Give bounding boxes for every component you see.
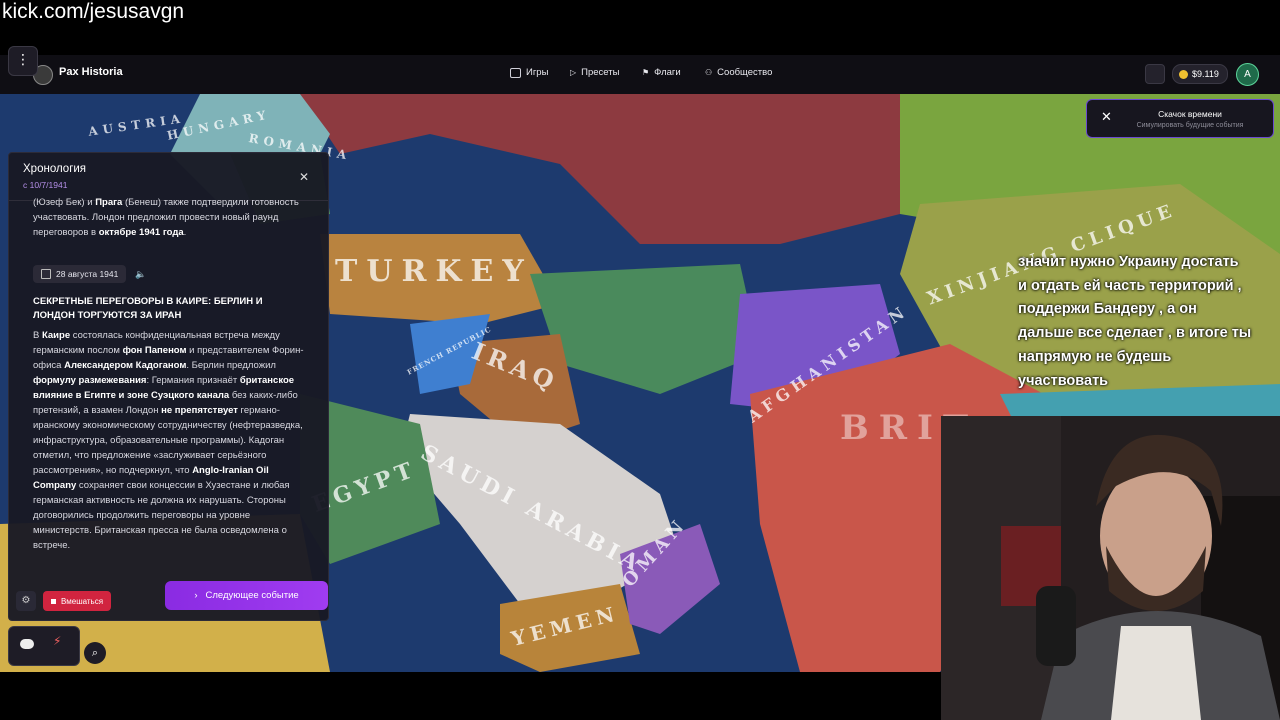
bottom-tool-group — [8, 626, 80, 666]
nav-presets-label: Пресеты — [581, 67, 620, 78]
nav-flags-label: Флаги — [654, 67, 681, 78]
previous-event-text: (Юзеф Бек) и Прага (Бенеш) также подтвер… — [33, 195, 308, 240]
text-run: : Германия признаёт — [146, 375, 240, 386]
grid-icon[interactable] — [1145, 64, 1165, 84]
menu-dots-icon[interactable]: ⋮ — [8, 46, 38, 76]
close-icon[interactable]: ✕ — [299, 170, 309, 184]
panel-date-range: с 10/7/1941 — [23, 180, 68, 190]
speaker-icon[interactable]: 🔈 — [135, 270, 146, 280]
play-icon: ▷ — [570, 68, 577, 77]
balance-badge[interactable]: $9.119 — [1172, 64, 1228, 84]
stream-subtitles: значит нужно Украину достать и отдать ей… — [1018, 251, 1273, 393]
nav-presets[interactable]: ▷ Пресеты — [570, 67, 619, 78]
subtitle-line: поддержи Бандеру , а он — [1018, 301, 1197, 318]
emphasized-text: фон Папеном — [122, 345, 187, 356]
chat-bubble-icon[interactable] — [20, 639, 34, 649]
next-event-button[interactable]: › Следующее событие — [165, 581, 328, 610]
calendar-icon — [41, 269, 51, 279]
intervene-label: Вмешаться — [61, 596, 104, 606]
search-icon[interactable]: ⌕ — [84, 642, 106, 664]
top-bar: Pax Historia Игры ▷ Пресеты ⚑ Флаги ⚇ Сообщ… — [0, 55, 1280, 95]
stop-icon — [51, 598, 56, 604]
emphasized-text: Александером Кадоганом — [64, 360, 187, 371]
stream-watermark: kick.com/jesusavgn — [2, 0, 185, 23]
subtitle-line: напрямую не будешь — [1018, 348, 1172, 365]
event-date: 28 августа 1941 — [56, 269, 119, 279]
avatar[interactable]: A — [1236, 63, 1259, 86]
webcam-overlay — [941, 416, 1280, 720]
gamepad-icon — [510, 67, 521, 78]
balance-value: $9.119 — [1192, 69, 1219, 79]
subtitle-line: и отдать ей часть территорий , — [1018, 277, 1242, 294]
label-turkey: TURKEY — [335, 254, 533, 289]
text-run: . — [183, 227, 187, 238]
close-icon[interactable]: ✕ — [1101, 110, 1112, 125]
coin-icon — [1179, 69, 1188, 79]
next-event-label: Следующее событие — [205, 590, 299, 601]
nav-flags[interactable]: ⚑ Флаги — [642, 67, 681, 78]
event-date-chip: 28 августа 1941 — [33, 265, 127, 283]
users-icon: ⚇ — [705, 68, 713, 77]
nav-community[interactable]: ⚇ Сообщество — [705, 67, 772, 78]
event-body: В Каире состоялась конфиденциальная встр… — [33, 328, 308, 553]
lightning-icon[interactable]: ⚡ — [53, 634, 61, 648]
webcam-image — [941, 416, 1280, 720]
emphasized-text: Прага — [95, 197, 123, 208]
toast-title: Скачок времени — [1158, 109, 1222, 119]
subtitle-line: участвовать — [1018, 372, 1109, 389]
brand-name[interactable]: Pax Historia — [59, 66, 123, 78]
emphasized-text: октябре 1941 года — [98, 227, 184, 238]
event-headline: СЕКРЕТНЫЕ ПЕРЕГОВОРЫ В КАИРЕ: БЕРЛИН И Л… — [33, 296, 263, 321]
timeline-panel: Хронология с 10/7/1941 ✕ (Юзеф Бек) и Пр… — [8, 152, 329, 621]
emphasized-text: Каире — [41, 330, 71, 341]
text-run: . Берлин предложил — [186, 360, 276, 371]
settings-gear-icon[interactable]: ⚙ — [16, 591, 36, 611]
nav-games[interactable]: Игры — [510, 67, 548, 78]
nav-games-label: Игры — [526, 67, 549, 78]
intervene-button[interactable]: Вмешаться — [43, 591, 112, 611]
flag-icon: ⚑ — [642, 68, 650, 77]
emphasized-text: не препятствует — [161, 405, 238, 416]
toast-subtitle: Симулировать будущие события — [1136, 122, 1244, 129]
subtitle-line: значит нужно Украину достать — [1018, 254, 1239, 270]
text-run: (Юзеф Бек) и — [33, 197, 96, 208]
nav-community-label: Сообщество — [717, 67, 773, 78]
text-run: В — [33, 330, 42, 341]
chevron-right-icon: › — [194, 590, 198, 601]
emphasized-text: формулу разме­жевания — [33, 375, 147, 386]
subtitle-line: дальше все сделает , в итоге ты — [1018, 325, 1252, 342]
panel-title: Хронология — [23, 163, 87, 175]
